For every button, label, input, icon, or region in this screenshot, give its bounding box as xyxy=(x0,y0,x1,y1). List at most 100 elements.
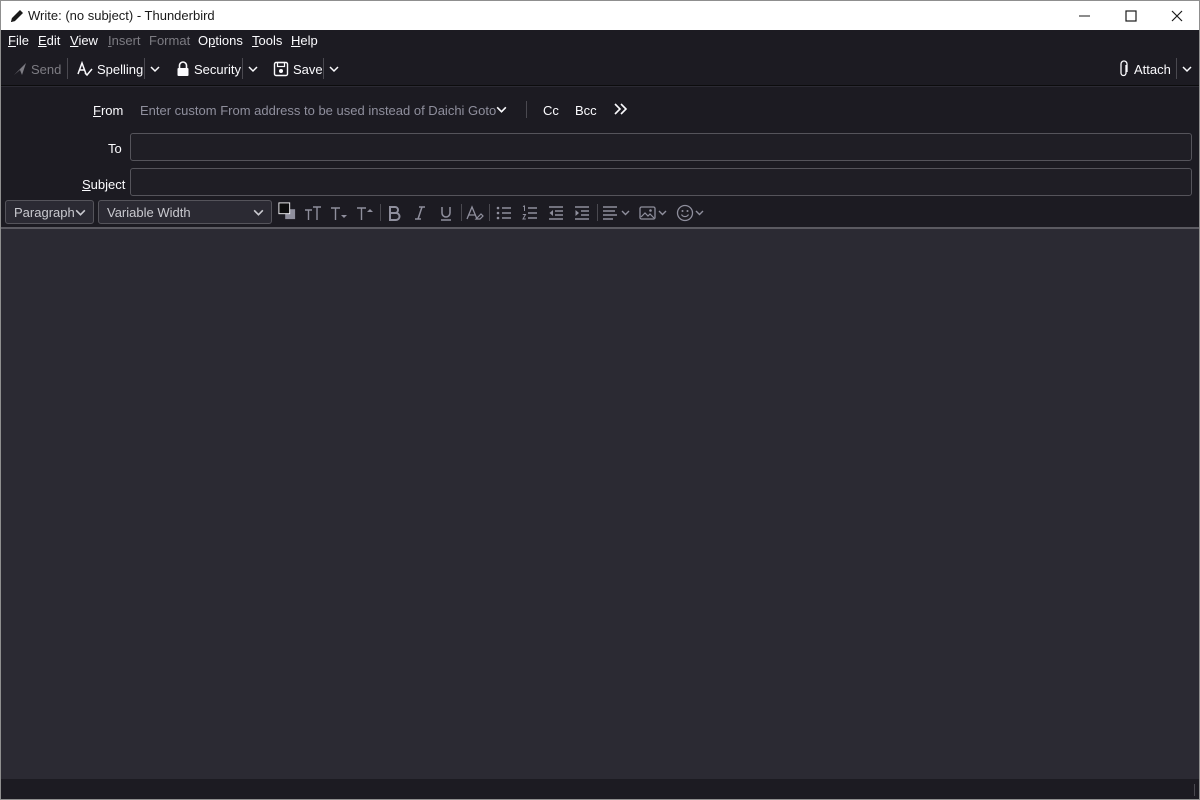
chevron-down-icon xyxy=(248,66,258,73)
outdent-icon xyxy=(549,206,563,220)
close-icon xyxy=(1171,10,1183,21)
message-body-editor[interactable] xyxy=(1,229,1199,779)
paragraph-format-select[interactable]: Paragraph xyxy=(5,200,94,224)
from-label: From xyxy=(93,103,124,118)
toolbar-divider xyxy=(67,58,68,79)
insert-image-dropdown-button[interactable] xyxy=(639,204,669,222)
chevron-down-icon xyxy=(150,66,160,73)
font-smaller-icon xyxy=(331,207,347,220)
close-button[interactable] xyxy=(1154,1,1199,30)
window-title: Write: (no subject) - Thunderbird xyxy=(28,8,215,23)
format-toolbar: Paragraph Variable Width xyxy=(1,199,1199,227)
toolbar-divider xyxy=(242,58,243,79)
font-size-icon xyxy=(305,206,321,220)
font-size-larger-button[interactable] xyxy=(356,204,374,222)
send-button[interactable]: Send xyxy=(13,60,61,78)
more-recipients-button[interactable] xyxy=(613,102,628,119)
menu-tools[interactable]: Tools xyxy=(252,33,282,48)
spelling-dropdown-button[interactable] xyxy=(149,60,161,78)
status-bar xyxy=(1,779,1199,799)
chevron-down-icon xyxy=(496,106,507,113)
chevron-down-icon xyxy=(253,209,264,216)
font-larger-icon xyxy=(357,207,373,220)
menu-options[interactable]: Options xyxy=(198,33,243,48)
menu-format[interactable]: Format xyxy=(149,33,190,48)
format-divider xyxy=(461,204,462,221)
format-divider xyxy=(597,204,598,221)
subject-input[interactable] xyxy=(131,169,1191,195)
spelling-icon xyxy=(77,61,93,77)
toolbar-divider xyxy=(144,58,145,79)
chevron-down-icon xyxy=(1182,66,1192,73)
numbered-list-button[interactable] xyxy=(521,204,539,222)
toolbar-divider xyxy=(323,58,324,79)
pencil-icon xyxy=(9,8,25,24)
chevron-down-icon xyxy=(329,66,339,73)
emoji-dropdown-button[interactable] xyxy=(676,204,706,222)
alignment-dropdown-button[interactable] xyxy=(602,204,632,222)
subject-field[interactable] xyxy=(130,168,1192,196)
bold-button[interactable] xyxy=(385,204,403,222)
chevron-down-icon xyxy=(75,209,86,216)
send-icon xyxy=(14,63,26,75)
bullet-list-button[interactable] xyxy=(495,204,513,222)
menu-view[interactable]: View xyxy=(70,33,98,48)
security-dropdown-button[interactable] xyxy=(247,60,259,78)
save-icon xyxy=(273,61,289,77)
bullet-list-icon xyxy=(496,206,511,220)
outdent-button[interactable] xyxy=(547,204,565,222)
compose-window: Write: (no subject) - Thunderbird File E… xyxy=(0,0,1200,800)
numbered-list-icon xyxy=(522,205,537,220)
maximize-button[interactable] xyxy=(1108,1,1154,30)
lock-icon xyxy=(177,61,189,76)
format-divider xyxy=(489,204,490,221)
header-divider xyxy=(526,101,527,118)
text-color-button[interactable] xyxy=(278,202,296,220)
minimize-button[interactable] xyxy=(1062,1,1108,30)
underline-icon xyxy=(441,207,451,221)
menu-bar: File Edit View Insert Format Options Too… xyxy=(1,30,1199,51)
underline-button[interactable] xyxy=(437,204,455,222)
title-bar: Write: (no subject) - Thunderbird xyxy=(1,1,1199,30)
save-button[interactable]: Save xyxy=(273,60,323,78)
indent-icon xyxy=(575,206,589,220)
toolbar-divider xyxy=(1176,58,1177,79)
bold-icon xyxy=(389,206,401,221)
font-size-smaller-button[interactable] xyxy=(330,204,348,222)
attach-button[interactable]: Attach xyxy=(1118,60,1171,78)
remove-formatting-button[interactable] xyxy=(466,204,484,222)
image-icon xyxy=(639,206,667,220)
resize-grip[interactable] xyxy=(1194,784,1195,796)
italic-button[interactable] xyxy=(411,204,429,222)
from-dropdown-button[interactable] xyxy=(495,103,508,119)
subject-label: Subject xyxy=(82,177,126,192)
spelling-button[interactable]: Spelling xyxy=(77,60,143,78)
font-size-reset-button[interactable] xyxy=(304,204,322,222)
to-field[interactable] xyxy=(130,133,1192,161)
italic-icon xyxy=(415,206,425,220)
menu-help[interactable]: Help xyxy=(291,33,318,48)
cc-button[interactable]: Cc xyxy=(543,103,559,118)
menu-file[interactable]: File xyxy=(8,33,29,48)
menu-edit[interactable]: Edit xyxy=(38,33,60,48)
font-family-select[interactable]: Variable Width xyxy=(98,200,272,224)
compose-toolbar: Send Spelling Security Save Attach xyxy=(1,51,1199,86)
attach-dropdown-button[interactable] xyxy=(1181,60,1193,78)
menu-insert[interactable]: Insert xyxy=(108,33,141,48)
eraser-icon xyxy=(466,205,484,220)
save-dropdown-button[interactable] xyxy=(328,60,340,78)
double-chevron-right-icon xyxy=(614,103,628,115)
minimize-icon xyxy=(1079,15,1090,16)
paperclip-icon xyxy=(1120,60,1128,77)
to-label: To xyxy=(108,141,122,156)
indent-button[interactable] xyxy=(573,204,591,222)
format-divider xyxy=(380,204,381,221)
bcc-button[interactable]: Bcc xyxy=(575,103,597,118)
to-input[interactable] xyxy=(131,134,1191,160)
from-identity-input[interactable]: Enter custom From address to be used ins… xyxy=(140,103,504,118)
security-button[interactable]: Security xyxy=(176,60,241,78)
text-color-icon xyxy=(278,202,296,220)
align-left-icon xyxy=(603,206,630,220)
maximize-icon xyxy=(1125,9,1137,22)
smiley-icon xyxy=(676,204,704,222)
